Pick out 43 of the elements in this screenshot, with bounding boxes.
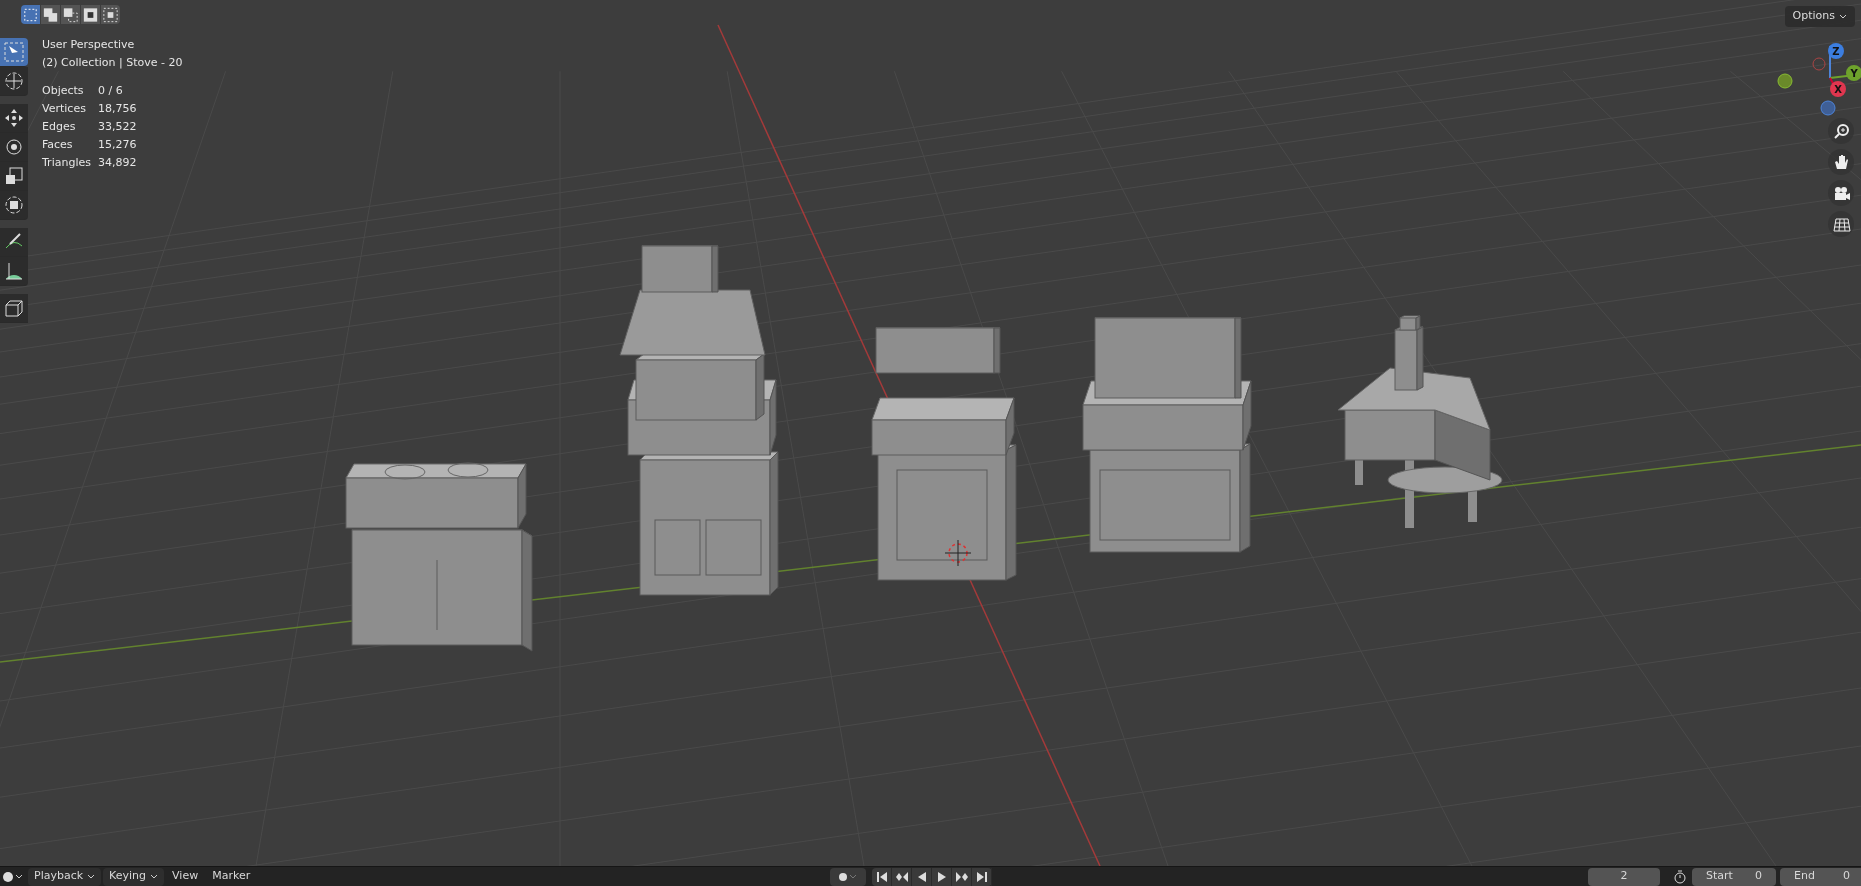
- current-frame-field[interactable]: 2: [1588, 867, 1660, 886]
- stat-value: 33,522: [98, 119, 138, 135]
- stat-value: 34,892: [98, 155, 138, 171]
- toolbar-tool-button[interactable]: [0, 38, 28, 67]
- chevron-down-icon: [87, 873, 96, 880]
- toolbar-tool-button[interactable]: [0, 67, 28, 96]
- stat-value: 0 / 6: [98, 83, 124, 99]
- collection-text: (2) Collection | Stove - 20: [42, 55, 183, 71]
- toolbar-tool-button[interactable]: [0, 104, 28, 133]
- 3d-cursor-icon: [944, 539, 972, 567]
- select-mode-button[interactable]: [61, 5, 80, 24]
- timeline-menu[interactable]: Playback: [28, 867, 102, 886]
- stat-label: Faces: [42, 137, 74, 153]
- timeline-menu[interactable]: Marker: [206, 867, 257, 886]
- chevron-down-icon: [1839, 13, 1847, 20]
- select-mode-button[interactable]: [81, 5, 100, 24]
- timeline-menu[interactable]: View: [166, 867, 205, 886]
- view-name-text: User Perspective: [42, 37, 136, 53]
- stat-value: 15,276: [98, 137, 138, 153]
- stat-label: Objects: [42, 83, 85, 99]
- select-mode-button[interactable]: [101, 5, 120, 24]
- frame-range-field[interactable]: End 0: [1780, 867, 1861, 886]
- stat-value: 18,756: [98, 101, 138, 117]
- stopwatch-icon: [1672, 868, 1688, 885]
- options-dropdown[interactable]: Options: [1784, 6, 1855, 27]
- stat-label: Edges: [42, 119, 77, 135]
- record-button[interactable]: [830, 867, 866, 886]
- next-keyframe-icon: [954, 869, 969, 884]
- jump-start-icon: [874, 869, 889, 884]
- frame-range-field[interactable]: Start 0: [1692, 867, 1776, 886]
- transform-icon: [2, 193, 26, 217]
- cursor-icon: [2, 69, 26, 93]
- select-mode-button[interactable]: [41, 5, 60, 24]
- toolbar-tool-button[interactable]: [0, 257, 28, 286]
- toolbar-tool-button[interactable]: [0, 191, 28, 220]
- timeline-menu[interactable]: Keying: [103, 867, 165, 886]
- stat-label: Vertices: [42, 101, 87, 117]
- chevron-down-icon: [150, 873, 159, 880]
- record-dot-icon: [838, 870, 858, 883]
- toolbar-tool-button[interactable]: [0, 228, 28, 257]
- jump-end-icon: [974, 869, 989, 884]
- stat-label: Triangles: [42, 155, 92, 171]
- select-box-icon: [2, 40, 26, 64]
